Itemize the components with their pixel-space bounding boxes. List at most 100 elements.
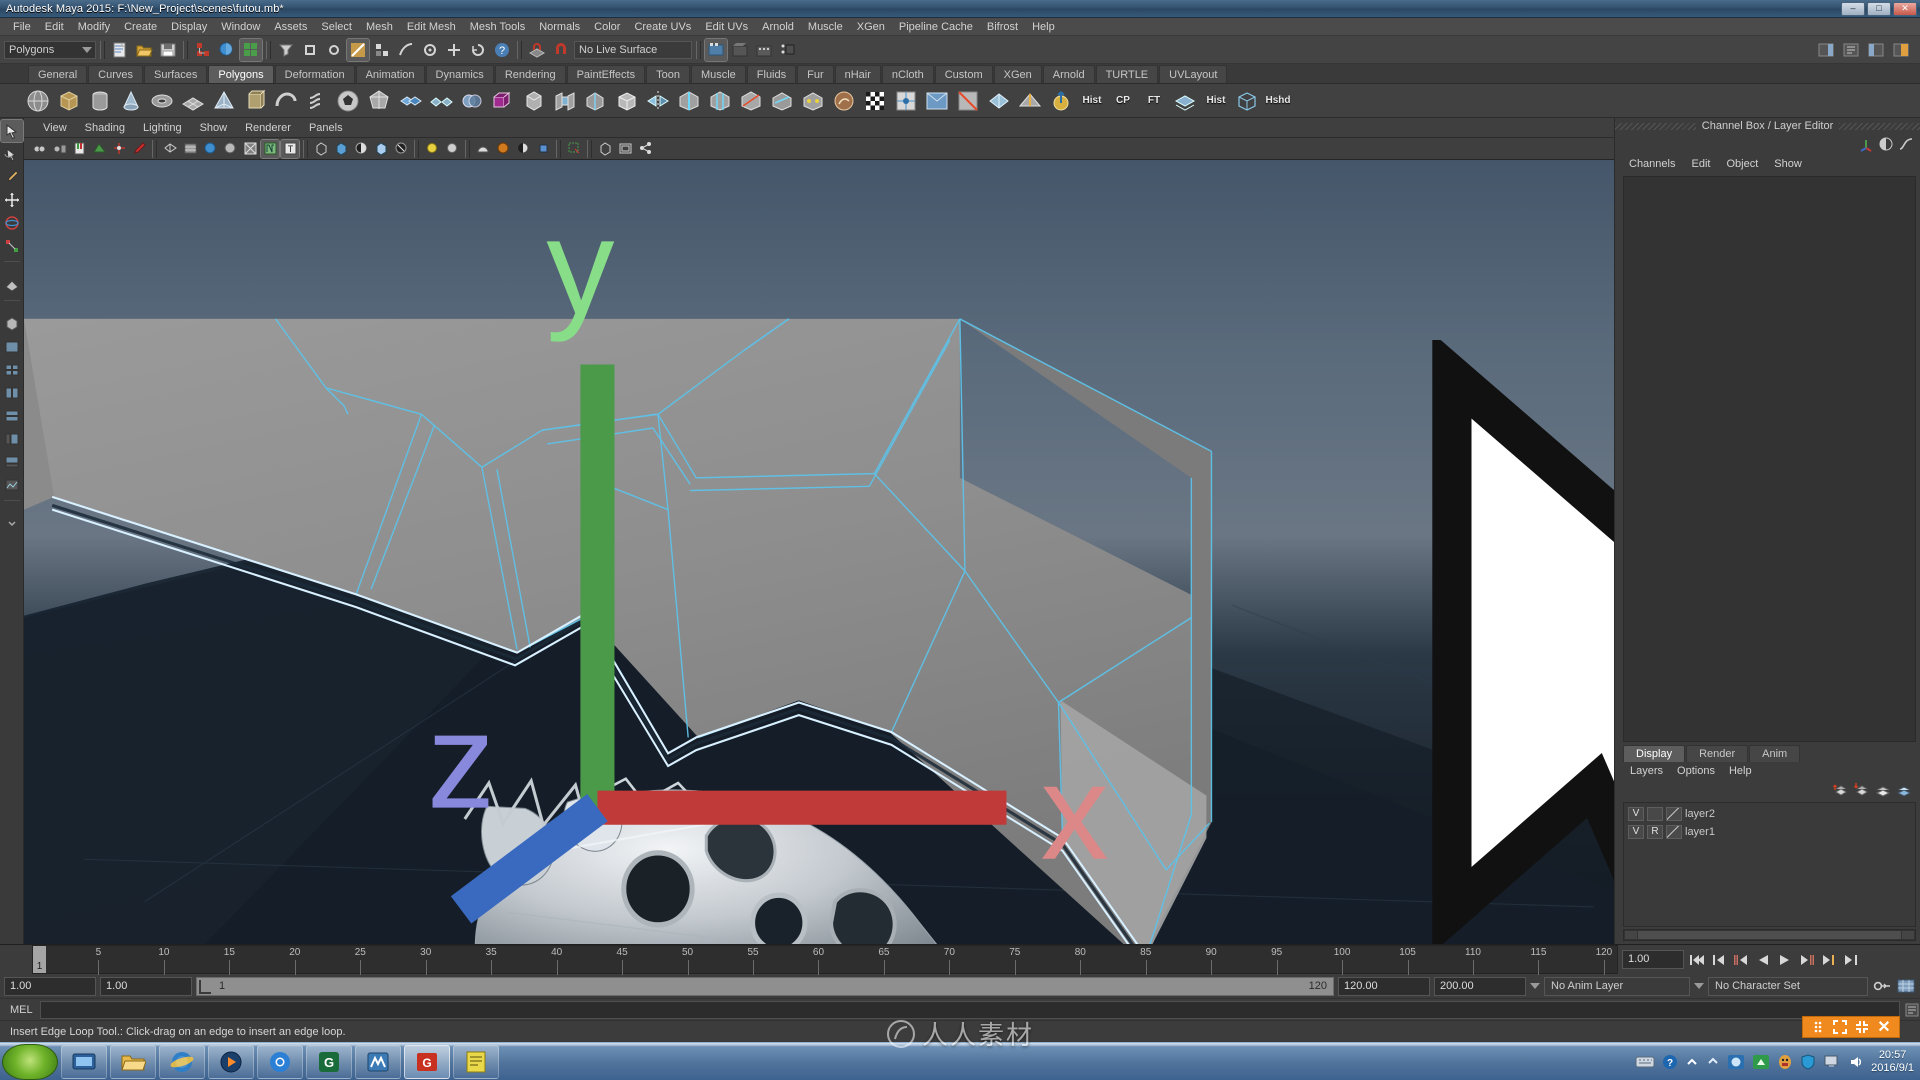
move-layer-up-icon[interactable] bbox=[1875, 782, 1891, 798]
panel-menu-show[interactable]: Show bbox=[191, 118, 237, 138]
film-gate-icon[interactable] bbox=[616, 140, 634, 158]
layer-tab-render[interactable]: Render bbox=[1686, 745, 1749, 762]
show-hidden-icons-icon[interactable] bbox=[1685, 1054, 1699, 1070]
separate-icon[interactable] bbox=[427, 87, 455, 115]
vp-separator-3[interactable] bbox=[412, 138, 421, 160]
persp-outliner-layout[interactable] bbox=[1, 428, 23, 450]
close-icon[interactable]: ✕ bbox=[1875, 1018, 1893, 1036]
time-slider-track[interactable]: 1 5 10 15 20 25 30 35 40 45 50 55 60 65 70 75 80 85 90 95 1… bbox=[32, 945, 1618, 975]
layer-menu-help[interactable]: Help bbox=[1722, 762, 1759, 780]
hshd-icon[interactable]: Hshd bbox=[1264, 87, 1292, 115]
layer-row-2[interactable]: V layer2 bbox=[1624, 805, 1915, 823]
playback-end-field[interactable]: 120.00 bbox=[1338, 976, 1430, 996]
hypergraph-layout[interactable] bbox=[1, 451, 23, 473]
menu-window[interactable]: Window bbox=[214, 18, 267, 36]
menu-mesh-tools[interactable]: Mesh Tools bbox=[463, 18, 532, 36]
menu-select[interactable]: Select bbox=[314, 18, 359, 36]
expand-icon[interactable] bbox=[1831, 1018, 1849, 1036]
taskbar-folder-icon[interactable] bbox=[110, 1044, 156, 1079]
poly-pyramid-icon[interactable] bbox=[210, 87, 238, 115]
camera-attributes-icon[interactable] bbox=[50, 140, 68, 158]
poly-cone-icon[interactable] bbox=[117, 87, 145, 115]
smooth-shade-all-icon[interactable] bbox=[181, 140, 199, 158]
new-layer-icon[interactable] bbox=[1833, 782, 1849, 798]
ft-icon[interactable]: FT bbox=[1140, 87, 1168, 115]
select-by-object-icon[interactable] bbox=[216, 39, 238, 61]
xray-joints-icon[interactable]: T bbox=[280, 138, 300, 159]
collapse-icon[interactable] bbox=[1853, 1018, 1871, 1036]
vp-separator-2[interactable] bbox=[301, 138, 310, 160]
attribute-editor-icon[interactable] bbox=[1840, 39, 1862, 61]
layer2-color-swatch[interactable] bbox=[1666, 807, 1682, 821]
layer-menu-layers[interactable]: Layers bbox=[1623, 762, 1670, 780]
depth-of-field-icon[interactable] bbox=[443, 140, 461, 158]
current-frame-field[interactable]: 1.00 bbox=[1622, 950, 1684, 969]
go-to-end-icon[interactable] bbox=[1841, 950, 1860, 969]
shelf-tab-rendering[interactable]: Rendering bbox=[494, 65, 566, 83]
shelf-tab-toon[interactable]: Toon bbox=[646, 65, 690, 83]
menu-modify[interactable]: Modify bbox=[71, 18, 117, 36]
animation-preferences-icon[interactable] bbox=[1896, 978, 1916, 994]
axis-mini-icon[interactable] bbox=[1858, 136, 1874, 152]
shelf-tab-turtle[interactable]: TURTLE bbox=[1095, 65, 1159, 83]
vp-separator-6[interactable] bbox=[585, 138, 594, 160]
render-current-frame-icon[interactable] bbox=[704, 37, 728, 62]
snap-to-view-icon[interactable] bbox=[419, 39, 441, 61]
shelf-tab-polygons[interactable]: Polygons bbox=[208, 65, 274, 83]
menu-file[interactable]: File bbox=[6, 18, 38, 36]
command-input[interactable] bbox=[40, 1000, 1900, 1019]
monitor-icon[interactable] bbox=[1823, 1054, 1841, 1070]
lasso-select-tool[interactable] bbox=[1, 143, 23, 165]
drag-handle-icon[interactable] bbox=[1809, 1018, 1827, 1036]
select-by-component-icon[interactable] bbox=[239, 37, 263, 62]
extrude-icon[interactable] bbox=[489, 87, 517, 115]
layer-horizontal-scrollbar[interactable] bbox=[1623, 929, 1916, 941]
two-d-pan-zoom-icon[interactable] bbox=[110, 140, 128, 158]
uv-unfold-icon[interactable] bbox=[985, 87, 1013, 115]
new-layer-from-selected-icon[interactable] bbox=[1854, 782, 1870, 798]
screen-space-ao-icon[interactable] bbox=[372, 140, 390, 158]
toolbar-separator-5[interactable] bbox=[694, 39, 703, 61]
menu-edit-uvs[interactable]: Edit UVs bbox=[698, 18, 755, 36]
view-cube-icon[interactable] bbox=[1, 313, 23, 335]
poly-cube-icon[interactable] bbox=[55, 87, 83, 115]
crease-tool-icon[interactable] bbox=[1016, 87, 1044, 115]
two-pane-stacked-layout[interactable] bbox=[1, 405, 23, 427]
select-tool[interactable] bbox=[0, 119, 24, 143]
sculpt-tool-icon[interactable] bbox=[830, 87, 858, 115]
uv-map-icon[interactable] bbox=[892, 87, 920, 115]
toolbar-separator-2[interactable] bbox=[181, 39, 190, 61]
poly-prism-icon[interactable] bbox=[241, 87, 269, 115]
menu-muscle[interactable]: Muscle bbox=[801, 18, 850, 36]
four-view-layout[interactable] bbox=[1, 359, 23, 381]
channel-box-content[interactable] bbox=[1623, 176, 1916, 742]
toolbar-separator-4[interactable] bbox=[515, 39, 524, 61]
menu-display[interactable]: Display bbox=[164, 18, 214, 36]
range-bar[interactable]: 1 120 bbox=[196, 976, 1334, 996]
menu-create-uvs[interactable]: Create UVs bbox=[627, 18, 698, 36]
range-left-handle[interactable] bbox=[199, 979, 211, 994]
time-slider[interactable]: 1 5 10 15 20 25 30 35 40 45 50 55 60 65 70 75 80 85 90 95 1… bbox=[0, 944, 1920, 975]
lock-selection-icon[interactable] bbox=[275, 39, 297, 61]
poly-helix-icon[interactable] bbox=[303, 87, 331, 115]
poly-torus-icon[interactable] bbox=[148, 87, 176, 115]
normals-icon[interactable] bbox=[1047, 87, 1075, 115]
history-icon[interactable] bbox=[467, 39, 489, 61]
grease-pencil-icon[interactable] bbox=[130, 140, 148, 158]
live-surface-field[interactable]: No Live Surface bbox=[574, 40, 692, 59]
contrast-icon[interactable] bbox=[514, 140, 532, 158]
play-forwards-icon[interactable] bbox=[1775, 950, 1794, 969]
curve-mini-icon[interactable] bbox=[1898, 136, 1914, 152]
flat-shade-icon[interactable] bbox=[221, 140, 239, 158]
uv-cut-icon[interactable] bbox=[954, 87, 982, 115]
view-transform-icon[interactable] bbox=[534, 140, 552, 158]
menu-help[interactable]: Help bbox=[1025, 18, 1062, 36]
grid-display-icon[interactable] bbox=[596, 140, 614, 158]
render-settings-icon[interactable] bbox=[753, 39, 775, 61]
layer1-name[interactable]: layer1 bbox=[1685, 826, 1715, 838]
snap-point-icon[interactable] bbox=[346, 37, 370, 62]
step-forward-keyframe-icon[interactable] bbox=[1819, 950, 1838, 969]
panel-menu-renderer[interactable]: Renderer bbox=[236, 118, 300, 138]
target-weld-icon[interactable] bbox=[799, 87, 827, 115]
menu-create[interactable]: Create bbox=[117, 18, 164, 36]
